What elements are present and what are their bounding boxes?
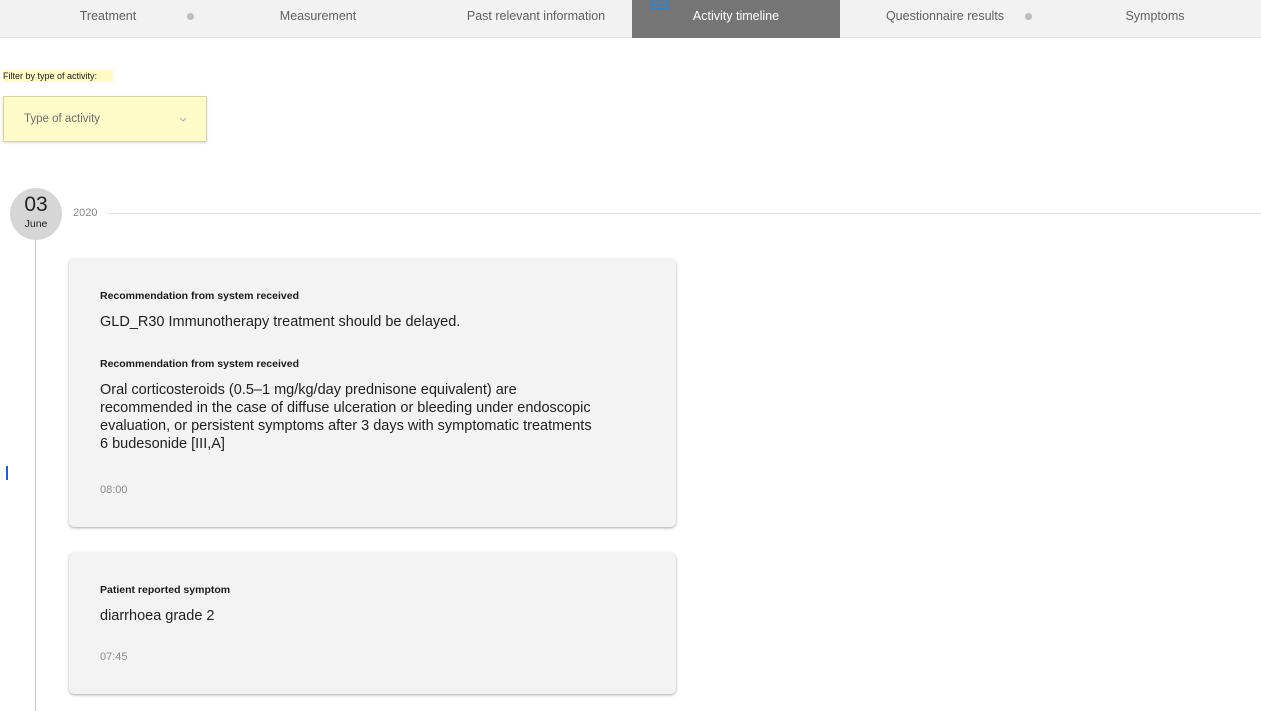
year-label: 2020: [73, 207, 98, 219]
tab-status-dot: [1025, 13, 1032, 20]
tab-treatment[interactable]: Treatment: [40, 0, 176, 38]
date-badge: 03 June: [10, 188, 62, 240]
entry-text: Oral corticosteroids (0.5–1 mg/kg/day pr…: [100, 382, 592, 452]
entry-title: Recommendation from system received: [100, 290, 299, 302]
list-icon: [651, 0, 669, 10]
tab-label: Questionnaire results: [885, 9, 1005, 23]
date-month: June: [24, 218, 48, 230]
entry-title: Patient reported symptom: [100, 584, 231, 596]
tab-label: Measurement: [279, 9, 357, 23]
tab-bar: Treatment Measurement Past relevant info…: [0, 0, 1261, 38]
timeline-line: [35, 240, 36, 711]
entry-title: Recommendation from system received: [100, 358, 299, 370]
select-value: Type of activity: [24, 113, 101, 125]
tab-measurement[interactable]: Measurement: [250, 0, 386, 38]
tab-symptoms[interactable]: Symptoms: [1090, 0, 1220, 38]
year-divider: [108, 213, 1261, 214]
tab-past-relevant-information[interactable]: Past relevant information: [440, 0, 632, 38]
entry-text: GLD_R30 Immunotherapy treatment should b…: [100, 314, 461, 330]
activity-card: Patient reported symptom diarrhoea grade…: [69, 553, 676, 694]
entry-time: 08:00: [100, 484, 128, 496]
tab-questionnaire-results[interactable]: Questionnaire results: [874, 0, 1016, 38]
activity-type-select[interactable]: Type of activity: [3, 96, 207, 142]
entry-text: diarrhoea grade 2: [100, 608, 215, 624]
tab-label: Treatment: [79, 9, 137, 23]
filter-label: Filter by type of activity:: [3, 70, 114, 82]
tab-label: Activity timeline: [692, 9, 780, 23]
tab-label: Past relevant information: [466, 9, 606, 23]
activity-card: Recommendation from system received GLD_…: [69, 259, 676, 527]
date-day: 03: [24, 193, 48, 216]
tab-label: Symptoms: [1125, 9, 1185, 23]
tab-status-dot: [187, 13, 194, 20]
text-cursor: [6, 466, 8, 480]
entry-time: 07:45: [100, 651, 128, 663]
chevron-down-icon: [179, 117, 187, 122]
